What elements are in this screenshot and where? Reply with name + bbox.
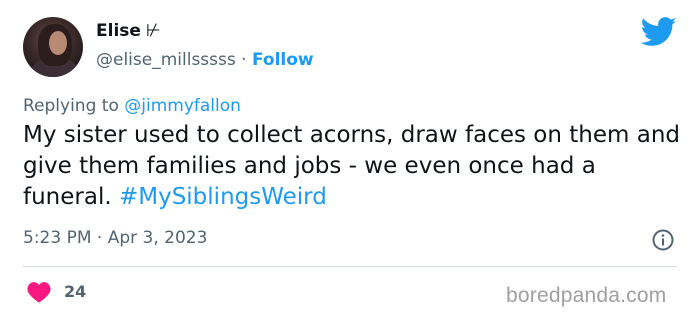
- boredpanda-watermark: boredpanda.com: [506, 284, 667, 307]
- tweet-text: My sister used to collect acorns, draw f…: [23, 120, 683, 213]
- author-name-row[interactable]: Elise ⊬: [96, 21, 161, 41]
- tweet-meta: 5:23 PM · Apr 3, 2023: [23, 228, 207, 248]
- hashtag-link[interactable]: #MySiblingsWeird: [119, 184, 327, 210]
- tweet-time[interactable]: 5:23 PM: [23, 228, 92, 248]
- replying-to: Replying to @jimmyfallon: [23, 96, 241, 116]
- info-icon[interactable]: [651, 228, 675, 252]
- reply-mention-link[interactable]: @jimmyfallon: [124, 96, 241, 116]
- author-handle[interactable]: @elise_millsssss: [96, 50, 236, 70]
- twitter-bird-icon[interactable]: [641, 17, 677, 47]
- handle-separator: ·: [241, 50, 247, 70]
- author-name-symbol: ⊬: [145, 21, 161, 41]
- divider: [23, 266, 677, 267]
- replying-to-prefix: Replying to: [23, 96, 119, 116]
- like-count: 24: [64, 282, 87, 301]
- avatar-face: [49, 31, 67, 55]
- tweet-date[interactable]: Apr 3, 2023: [108, 228, 208, 248]
- author-name[interactable]: Elise: [96, 21, 141, 41]
- heart-icon[interactable]: [27, 281, 51, 303]
- avatar[interactable]: [23, 17, 83, 77]
- author-handle-row: @elise_millsssss · Follow: [96, 50, 314, 70]
- meta-separator: ·: [96, 228, 103, 248]
- follow-button[interactable]: Follow: [252, 50, 314, 70]
